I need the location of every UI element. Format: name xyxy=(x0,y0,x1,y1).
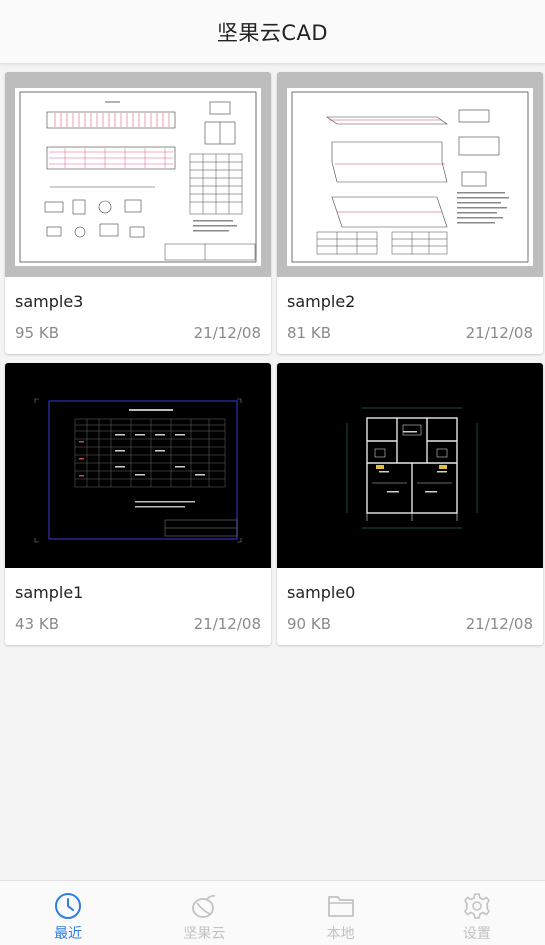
tab-settings[interactable]: 设置 xyxy=(409,881,545,945)
file-name: sample1 xyxy=(15,583,84,602)
folder-icon xyxy=(327,896,354,917)
file-card[interactable]: sample1 43 KB 21/12/08 xyxy=(5,363,271,645)
page-title: 坚果云CAD xyxy=(216,20,329,45)
file-date: 21/12/08 xyxy=(193,615,261,633)
tab-label: 坚果云 xyxy=(183,926,226,942)
file-name: sample0 xyxy=(287,583,356,602)
file-size: 95 KB xyxy=(15,324,59,342)
file-name: sample3 xyxy=(15,292,84,311)
file-card[interactable]: sample2 81 KB 21/12/08 xyxy=(277,72,543,354)
app-header: 坚果云CAD xyxy=(0,0,545,64)
file-size: 81 KB xyxy=(287,324,331,342)
file-date: 21/12/08 xyxy=(465,324,533,342)
drawing-thumbnail xyxy=(277,363,543,568)
file-card[interactable]: sample3 95 KB 21/12/08 xyxy=(5,72,271,354)
tab-local[interactable]: 本地 xyxy=(273,881,409,945)
tab-label: 本地 xyxy=(326,926,355,942)
file-size: 43 KB xyxy=(15,615,59,633)
file-date: 21/12/08 xyxy=(193,324,261,342)
bottom-tab-bar: 最近 坚果云 本地 设置 xyxy=(0,880,545,945)
file-name: sample2 xyxy=(287,292,356,311)
clock-icon xyxy=(55,893,82,919)
tab-label: 设置 xyxy=(462,926,491,942)
gear-icon xyxy=(464,893,490,919)
tab-jianguoyun[interactable]: 坚果云 xyxy=(136,881,272,945)
drawing-thumbnail xyxy=(277,72,543,277)
file-size: 90 KB xyxy=(287,615,331,633)
tab-label: 最近 xyxy=(54,926,83,942)
nut-icon xyxy=(192,895,216,918)
tab-recent[interactable]: 最近 xyxy=(0,881,136,945)
file-card[interactable]: sample0 90 KB 21/12/08 xyxy=(277,363,543,645)
drawing-thumbnail xyxy=(5,363,271,568)
drawing-thumbnail xyxy=(5,72,271,277)
file-date: 21/12/08 xyxy=(465,615,533,633)
